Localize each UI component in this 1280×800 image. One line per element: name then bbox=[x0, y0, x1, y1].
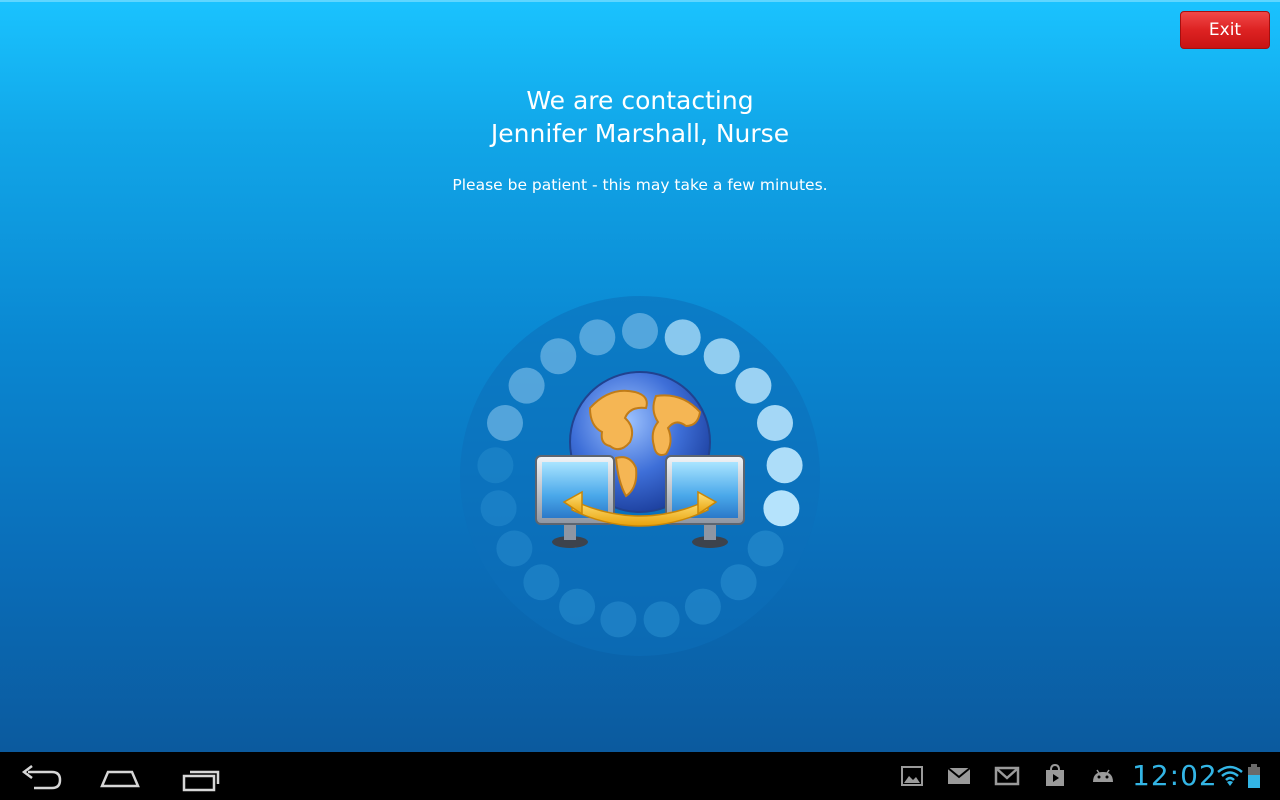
gallery-icon[interactable] bbox=[898, 762, 926, 790]
back-button[interactable] bbox=[8, 756, 72, 796]
spinner-dot bbox=[684, 588, 721, 625]
spinner-dot bbox=[540, 338, 577, 375]
spinner-dot bbox=[508, 367, 545, 404]
page-title: We are contacting Jennifer Marshall, Nur… bbox=[0, 84, 1280, 150]
home-button[interactable] bbox=[88, 756, 152, 796]
spinner-dot bbox=[600, 601, 637, 638]
heading-line-1: We are contacting bbox=[526, 86, 754, 115]
spinner-dot bbox=[643, 601, 680, 638]
spinner-graphic bbox=[460, 296, 820, 656]
wifi-icon bbox=[1216, 762, 1244, 790]
email-icon[interactable] bbox=[945, 762, 973, 790]
home-icon bbox=[100, 770, 140, 788]
spinner-dot bbox=[496, 530, 533, 567]
spinner-dot bbox=[477, 447, 514, 484]
spinner-dot bbox=[763, 490, 800, 527]
spinner-dot bbox=[747, 530, 784, 567]
system-navigation-bar: 12:02 bbox=[0, 752, 1280, 800]
spinner-dot bbox=[559, 588, 596, 625]
spinner-dot bbox=[487, 405, 523, 441]
spinner-dot bbox=[664, 319, 701, 356]
exit-button[interactable]: Exit bbox=[1180, 11, 1270, 49]
main-content: Exit We are contacting Jennifer Marshall… bbox=[0, 0, 1280, 752]
loading-spinner bbox=[460, 296, 820, 656]
clock: 12:02 bbox=[1132, 759, 1218, 792]
gmail-icon[interactable] bbox=[993, 762, 1021, 790]
spinner-dot bbox=[703, 338, 740, 375]
recent-apps-button[interactable] bbox=[168, 756, 232, 796]
spinner-dot bbox=[720, 564, 757, 601]
play-store-icon[interactable] bbox=[1041, 762, 1069, 790]
back-icon bbox=[21, 765, 62, 790]
spinner-dot bbox=[523, 564, 560, 601]
heading-line-2: Jennifer Marshall, Nurse bbox=[490, 119, 790, 148]
screen: Exit We are contacting Jennifer Marshall… bbox=[0, 0, 1280, 800]
spinner-dot bbox=[622, 313, 658, 349]
spinner-dot bbox=[766, 447, 803, 484]
spinner-dot bbox=[480, 490, 517, 527]
status-message: Please be patient - this may take a few … bbox=[452, 176, 828, 194]
top-highlight bbox=[0, 0, 1280, 2]
recent-apps-icon bbox=[182, 770, 220, 792]
android-debug-icon[interactable] bbox=[1089, 762, 1117, 790]
battery-icon bbox=[1244, 762, 1264, 790]
spinner-dot bbox=[579, 319, 616, 356]
spinner-dot bbox=[757, 405, 793, 441]
spinner-dot bbox=[735, 367, 772, 404]
